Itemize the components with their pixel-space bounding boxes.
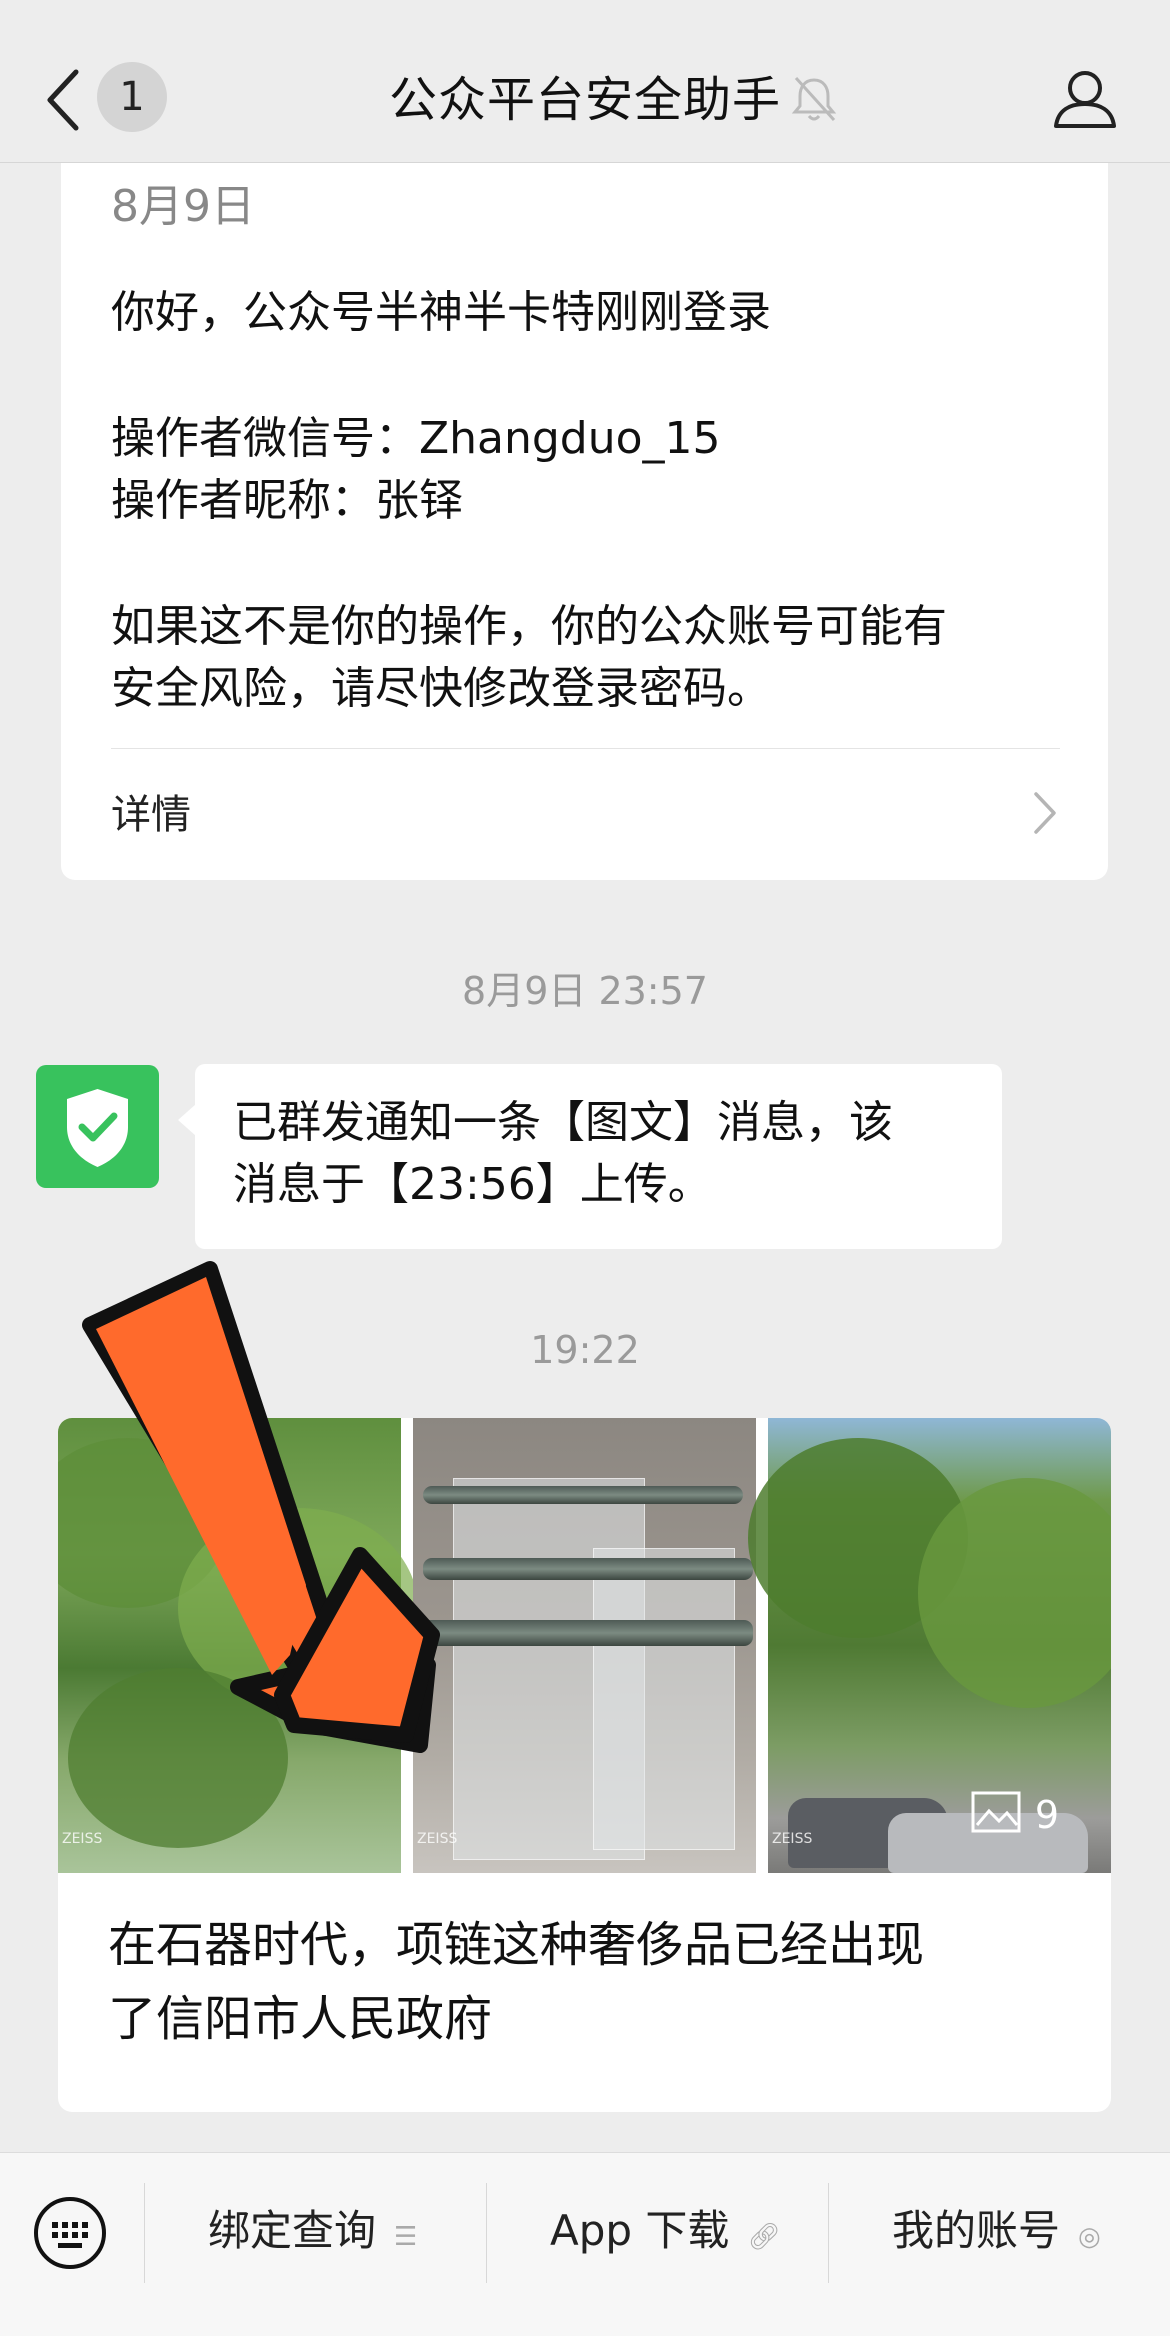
login-notice-card[interactable]: 8月9日 你好，公众号半神半卡特刚刚登录 操作者微信号：Zhangduo_15 … bbox=[61, 162, 1108, 880]
annotation-arrow-icon bbox=[82, 1261, 440, 1753]
photo-watermark: ZEISS bbox=[62, 1831, 103, 1847]
chat-title: 公众平台安全助手 bbox=[388, 72, 781, 128]
operator-wechat-id: 操作者微信号：Zhangduo_15 bbox=[111, 413, 721, 464]
menu-app-download-label: App 下载 bbox=[550, 2206, 730, 2255]
assistant-avatar[interactable] bbox=[36, 1065, 159, 1188]
menu-divider bbox=[144, 2183, 145, 2283]
menu-my-account-label: 我的账号 bbox=[892, 2206, 1061, 2255]
message-text: 已群发通知一条【图文】消息，该 消息于【23:56】上传。 bbox=[233, 1092, 993, 1216]
message-timestamp: 8月9日 23:57 bbox=[462, 969, 708, 1013]
muted-bell-icon bbox=[791, 76, 837, 122]
shield-check-icon bbox=[67, 1089, 128, 1167]
message-line-2: 消息于【23:56】上传。 bbox=[233, 1159, 712, 1210]
warning-line-2: 安全风险，请尽快修改登录密码。 bbox=[111, 663, 771, 714]
profile-icon[interactable] bbox=[1050, 68, 1120, 130]
article-title-line-2: 了信阳市人民政府 bbox=[108, 1991, 493, 2047]
link-icon: 🔗︎ bbox=[747, 2222, 781, 2252]
notice-date: 8月9日 bbox=[111, 181, 255, 232]
article-title[interactable]: 在石器时代，项链这种奢侈品已经出现 了信阳市人民政府 bbox=[108, 1908, 1068, 2056]
details-link[interactable]: 详情 bbox=[111, 782, 191, 840]
bubble-tail bbox=[178, 1104, 196, 1136]
message-line-1: 已群发通知一条【图文】消息，该 bbox=[233, 1097, 893, 1148]
article-title-line-1: 在石器时代，项链这种奢侈品已经出现 bbox=[108, 1917, 925, 1973]
menu-app-download[interactable]: App 下载 🔗︎ bbox=[550, 2201, 780, 2261]
divider bbox=[111, 748, 1060, 749]
photo-watermark: ZEISS bbox=[772, 1831, 813, 1847]
image-gallery-icon bbox=[971, 1791, 1021, 1833]
mini-program-icon: ◎ bbox=[1078, 2222, 1101, 2252]
menu-divider bbox=[486, 2183, 487, 2283]
article-photo-street: ZEISS 9 bbox=[748, 1418, 1111, 1873]
menu-divider bbox=[828, 2183, 829, 2283]
menu-bind-query-label: 绑定查询 bbox=[208, 2206, 377, 2255]
menu-my-account[interactable]: 我的账号 ◎ bbox=[892, 2201, 1101, 2261]
submenu-lines-icon: ☰ bbox=[394, 2222, 418, 2252]
warning-line-1: 如果这不是你的操作，你的公众账号可能有 bbox=[111, 601, 947, 652]
nav-bar: 1 公众平台安全助手 bbox=[0, 0, 1170, 163]
operator-nickname: 操作者昵称：张铎 bbox=[111, 475, 463, 526]
notice-greeting: 你好，公众号半神半卡特刚刚登录 bbox=[111, 287, 771, 338]
message-bubble[interactable]: 已群发通知一条【图文】消息，该 消息于【23:56】上传。 bbox=[178, 1064, 1002, 1249]
bottom-menu-bar: 绑定查询 ☰ App 下载 🔗︎ 我的账号 ◎ bbox=[0, 2152, 1170, 2336]
chevron-right-icon bbox=[1034, 792, 1056, 834]
image-count: 9 bbox=[1034, 1793, 1059, 1837]
keyboard-icon[interactable] bbox=[32, 2195, 108, 2271]
photo-watermark: ZEISS bbox=[417, 1831, 458, 1847]
menu-bind-query[interactable]: 绑定查询 ☰ bbox=[208, 2201, 417, 2261]
